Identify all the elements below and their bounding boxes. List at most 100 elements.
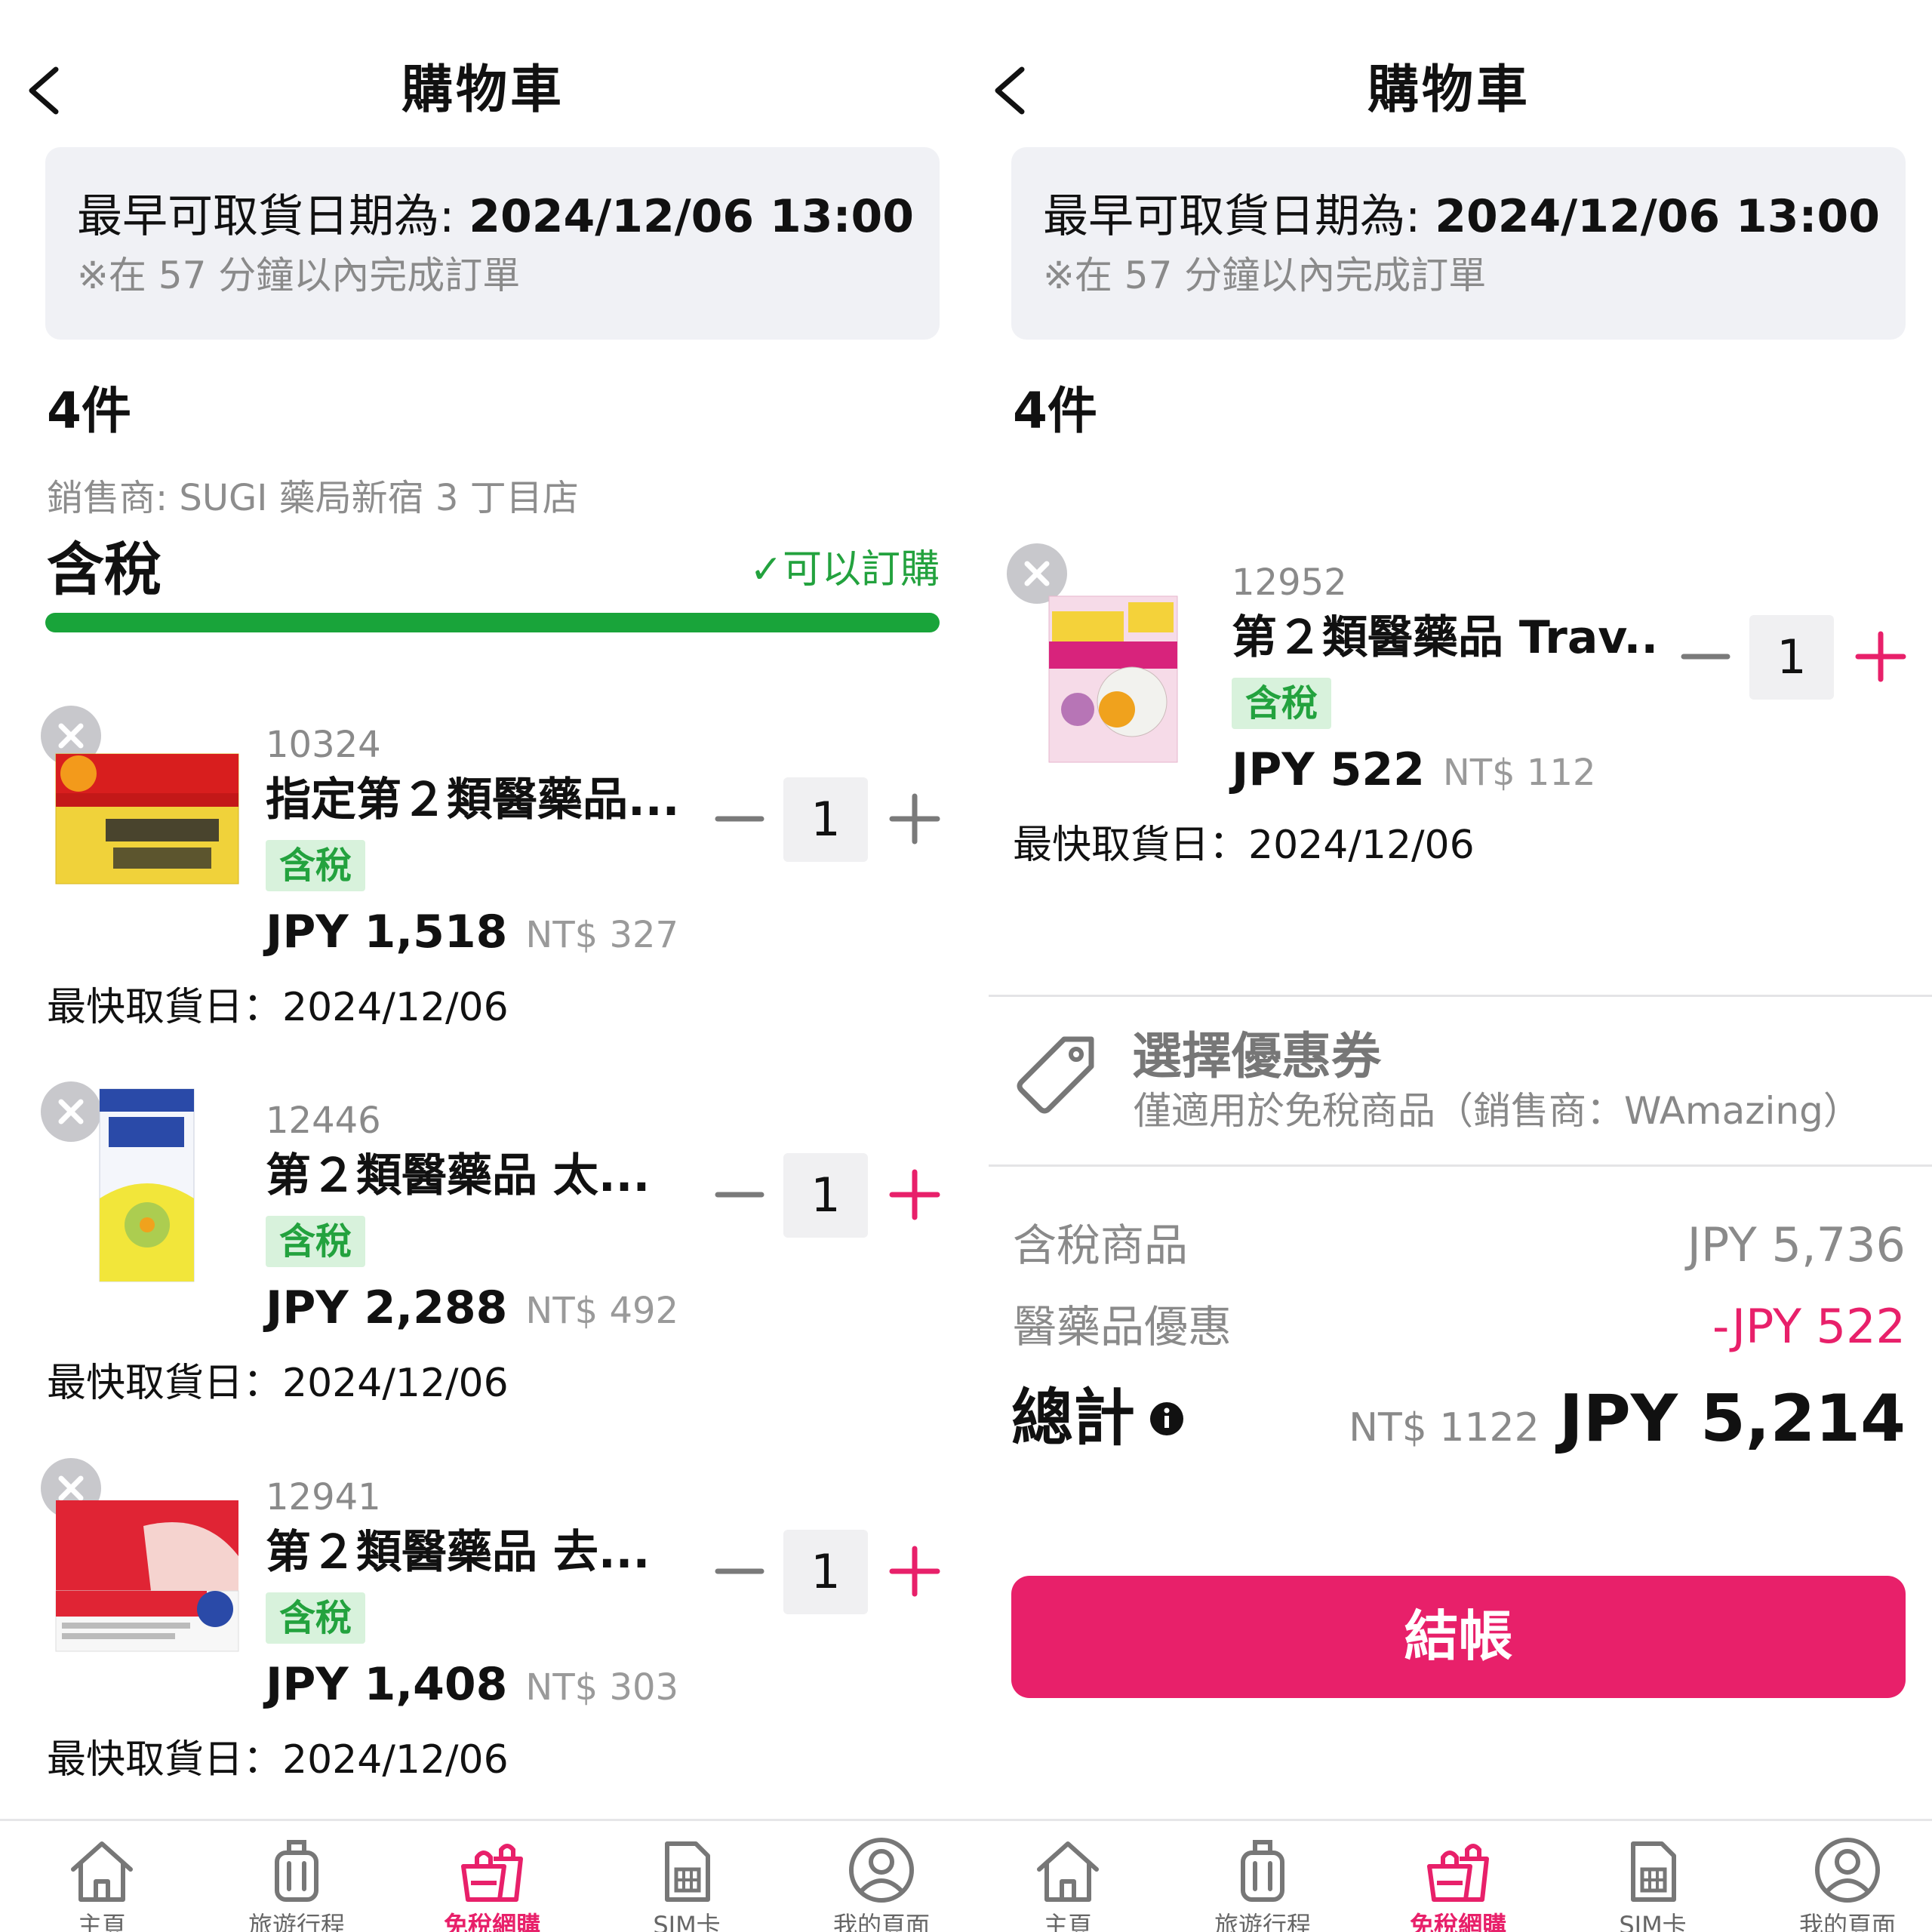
- nav-home[interactable]: 主頁: [26, 1836, 177, 1932]
- pickup-datetime: 2024/12/06 13:00: [1435, 190, 1880, 243]
- quantity-value[interactable]: 1: [783, 777, 868, 862]
- plus-icon: [889, 1546, 940, 1597]
- plus-icon: [1855, 631, 1906, 682]
- tax-badge: 含稅: [1232, 678, 1332, 729]
- product-name[interactable]: 第２類醫藥品 太...: [266, 1146, 688, 1206]
- medicine-discount-label: 醫藥品優惠: [1013, 1301, 1232, 1352]
- quantity-value[interactable]: 1: [1749, 615, 1834, 700]
- price-jpy: JPY 522: [1232, 743, 1425, 796]
- product-image[interactable]: [53, 743, 242, 894]
- product-code: 12941: [266, 1476, 381, 1518]
- total-jpy: JPY 5,214: [1558, 1381, 1906, 1457]
- taxed-goods-value: JPY 5,736: [1687, 1217, 1906, 1272]
- profile-icon: [849, 1838, 914, 1903]
- nav-trips[interactable]: 旅遊行程: [1187, 1836, 1338, 1932]
- minus-icon: [715, 1192, 764, 1198]
- nav-label: 我的頁面: [1798, 1911, 1896, 1932]
- product-image[interactable]: [1019, 581, 1208, 763]
- divider: [989, 1164, 1932, 1167]
- home-icon: [71, 1841, 133, 1902]
- decrease-quantity-button[interactable]: [713, 1164, 766, 1225]
- increase-quantity-button[interactable]: [884, 1541, 945, 1601]
- product-box-image: [99, 1088, 195, 1282]
- price-row: JPY 1,518 NT$ 327: [266, 902, 678, 974]
- decrease-quantity-button[interactable]: [713, 789, 766, 849]
- nav-label: SIM卡: [1619, 1911, 1687, 1932]
- increase-quantity-button[interactable]: [884, 789, 945, 849]
- home-icon: [1037, 1841, 1099, 1902]
- price-ntd: NT$ 303: [525, 1666, 679, 1709]
- nav-my-page[interactable]: 我的頁面: [806, 1836, 957, 1932]
- nav-sim-card[interactable]: SIM卡: [1577, 1836, 1728, 1932]
- product-name[interactable]: 第２類醫藥品 Trav...: [1232, 608, 1654, 668]
- plus-icon: [889, 793, 940, 844]
- info-icon[interactable]: [1149, 1401, 1185, 1437]
- bottom-nav: 主頁 旅遊行程 免稅網購 SIM卡 我的頁面: [966, 1819, 1932, 1932]
- decrease-quantity-button[interactable]: [713, 1541, 766, 1601]
- increase-quantity-button[interactable]: [1850, 626, 1911, 687]
- quantity-value[interactable]: 1: [783, 1153, 868, 1238]
- pickup-label: 最早可取貨日期為: 2024/12/06 13:00: [1043, 190, 1880, 243]
- nav-label: 免稅網購: [443, 1911, 540, 1932]
- total-ntd: NT$ 1122: [1349, 1405, 1540, 1451]
- tax-badge: 含稅: [266, 1216, 366, 1267]
- item-count: 4件: [47, 382, 131, 440]
- nav-sim-card[interactable]: SIM卡: [611, 1836, 762, 1932]
- nav-label: 主頁: [1043, 1911, 1092, 1932]
- nav-my-page[interactable]: 我的頁面: [1772, 1836, 1923, 1932]
- orderable-status: ✓可以訂購: [749, 547, 940, 592]
- pickup-datetime: 2024/12/06 13:00: [469, 190, 914, 243]
- earliest-pickup-date: 最快取貨日：2024/12/06: [47, 1737, 509, 1783]
- nav-home[interactable]: 主頁: [992, 1836, 1143, 1932]
- nav-label: 免稅網購: [1409, 1911, 1506, 1932]
- product-name[interactable]: 指定第２類醫藥品...: [266, 770, 688, 830]
- price-jpy: JPY 2,288: [266, 1281, 508, 1334]
- item-count: 4件: [1013, 382, 1097, 440]
- nav-tax-free-shopping[interactable]: 免稅網購: [1383, 1836, 1534, 1932]
- price-jpy: JPY 1,518: [266, 906, 508, 958]
- product-image[interactable]: [53, 1496, 242, 1652]
- earliest-pickup-date: 最快取貨日：2024/12/06: [47, 1361, 509, 1406]
- price-jpy: JPY 1,408: [266, 1658, 508, 1711]
- nav-label: 旅遊行程: [248, 1911, 345, 1932]
- decrease-quantity-button[interactable]: [1679, 626, 1732, 687]
- medicine-discount-value: -JPY 522: [1712, 1299, 1906, 1354]
- total-label: 總計: [1011, 1381, 1185, 1457]
- page-title: 購物車: [401, 60, 565, 120]
- price-ntd: NT$ 327: [525, 914, 679, 956]
- shopping-bag-icon: [1427, 1844, 1489, 1902]
- pickup-info-box: 最早可取貨日期為: 2024/12/06 13:00 ※在 57 分鐘以內完成訂…: [45, 147, 940, 340]
- checkout-button[interactable]: 結帳: [1011, 1576, 1906, 1698]
- nav-label: SIM卡: [653, 1911, 721, 1932]
- coupon-tag-icon: [1010, 1030, 1100, 1121]
- plus-icon: [889, 1169, 940, 1220]
- product-name[interactable]: 第２類醫藥品 去...: [266, 1522, 688, 1583]
- nav-tax-free-shopping[interactable]: 免稅網購: [417, 1836, 568, 1932]
- increase-quantity-button[interactable]: [884, 1164, 945, 1225]
- cart-item: 12446 第２類醫藥品 太... 含稅 JPY 2,288 NT$ 492 1 …: [0, 1081, 966, 1406]
- tax-badge: 含稅: [266, 1592, 366, 1644]
- suitcase-icon: [1241, 1840, 1284, 1902]
- progress-bar: [45, 613, 940, 632]
- product-code: 10324: [266, 724, 381, 766]
- minus-icon: [715, 1568, 764, 1574]
- total-values: NT$ 1122 JPY 5,214: [1349, 1381, 1906, 1475]
- pickup-info-box: 最早可取貨日期為: 2024/12/06 13:00 ※在 57 分鐘以內完成訂…: [1011, 147, 1906, 340]
- minus-icon: [715, 816, 764, 822]
- tax-badge: 含稅: [266, 840, 366, 891]
- quantity-value[interactable]: 1: [783, 1530, 868, 1614]
- cart-item: 12941 第２類醫藥品 去... 含稅 JPY 1,408 NT$ 303 1 …: [0, 1458, 966, 1783]
- nav-label: 旅遊行程: [1214, 1911, 1311, 1932]
- nav-label: 主頁: [77, 1911, 126, 1932]
- pickup-label: 最早可取貨日期為: 2024/12/06 13:00: [77, 190, 914, 243]
- nav-trips[interactable]: 旅遊行程: [221, 1836, 372, 1932]
- profile-icon: [1815, 1838, 1880, 1903]
- product-image[interactable]: [53, 1088, 242, 1282]
- minus-icon: [1681, 654, 1730, 660]
- coupon-subtitle: 僅適用於免稅商品（銷售商：WAmazing）: [1134, 1089, 1861, 1133]
- pickup-note: ※在 57 分鐘以內完成訂單: [77, 254, 521, 297]
- price-row: JPY 2,288 NT$ 492: [266, 1278, 678, 1349]
- seller-name: 銷售商: SUGI 藥局新宿 3 丁目店: [47, 477, 579, 519]
- price-ntd: NT$ 112: [1442, 752, 1596, 794]
- earliest-pickup-date: 最快取貨日：2024/12/06: [47, 985, 509, 1030]
